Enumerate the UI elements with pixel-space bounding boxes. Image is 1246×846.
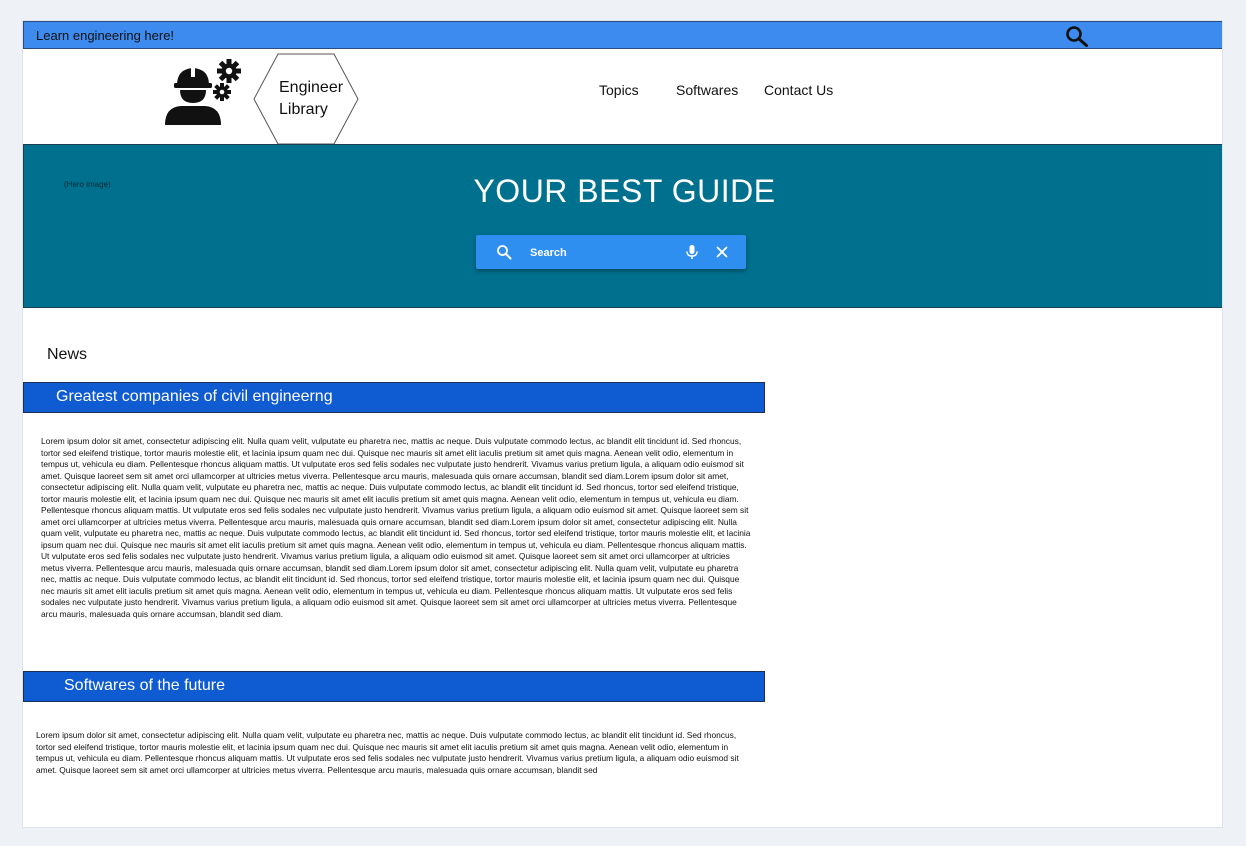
search-icon[interactable]: [1065, 25, 1089, 47]
news-title: News: [47, 346, 88, 363]
search-icon[interactable]: [496, 244, 512, 260]
section-body-text: Lorem ipsum dolor sit amet, consectetur …: [36, 730, 739, 775]
site-header: Engineer Library Topics Softwares Contac…: [23, 49, 1222, 145]
section-header-companies: Greatest companies of civil engineerng: [23, 382, 765, 413]
section-heading: Greatest companies of civil engineerng: [56, 388, 333, 405]
hero-search-input[interactable]: [528, 242, 672, 264]
hero-search-box: [476, 235, 746, 269]
top-bar: Learn engineering here!: [23, 21, 1222, 49]
top-bar-tagline: Learn engineering here!: [36, 28, 175, 43]
logo-text-line1: Engineer: [279, 79, 344, 96]
nav-link-contact-us[interactable]: Contact Us: [764, 82, 833, 98]
mic-icon[interactable]: [684, 244, 700, 260]
page-container: Learn engineering here! Engineer Library…: [22, 20, 1223, 828]
section-header-softwares: Softwares of the future: [23, 671, 765, 702]
close-icon[interactable]: [714, 244, 730, 260]
nav-link-topics[interactable]: Topics: [599, 82, 639, 98]
logo-text[interactable]: Engineer Library: [279, 77, 343, 121]
engineer-gears-icon[interactable]: [163, 59, 245, 125]
section-body-text: Lorem ipsum dolor sit amet, consectetur …: [41, 436, 751, 619]
section-body-clip: Lorem ipsum dolor sit amet, consectetur …: [36, 730, 756, 776]
hero-title: YOUR BEST GUIDE: [473, 173, 776, 209]
nav-link-softwares[interactable]: Softwares: [676, 82, 738, 98]
logo-text-line2: Library: [279, 101, 328, 118]
hero-section: (Hero image) YOUR BEST GUIDE: [23, 144, 1222, 308]
section-heading: Softwares of the future: [64, 677, 225, 694]
